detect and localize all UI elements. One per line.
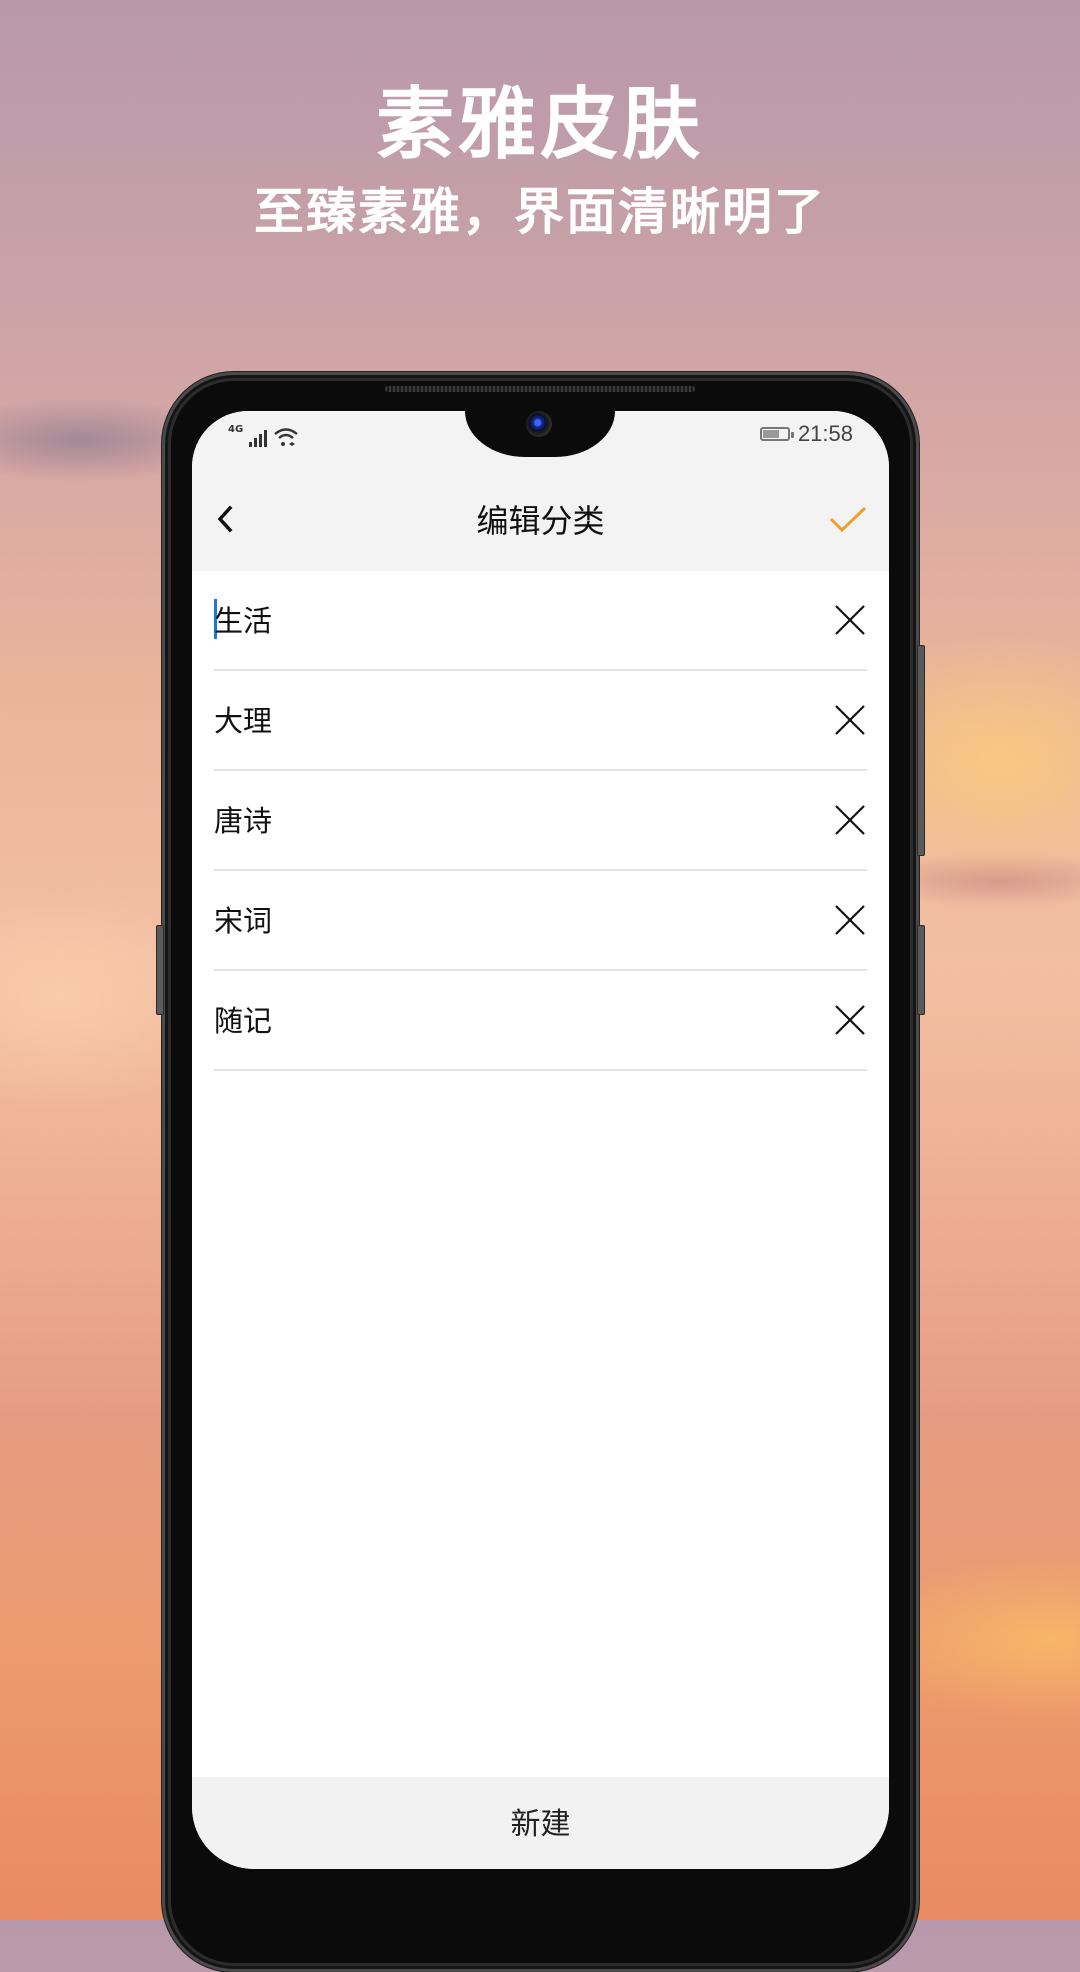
delete-category-button[interactable]	[833, 803, 867, 837]
category-list	[192, 571, 889, 1071]
close-x-icon	[835, 805, 865, 835]
promo-subtitle: 至臻素雅，界面清晰明了	[254, 183, 826, 241]
category-name-input[interactable]	[214, 899, 774, 943]
wifi-icon	[274, 428, 298, 446]
phone-speaker-grille	[385, 386, 695, 392]
category-row	[214, 971, 867, 1071]
close-x-icon	[835, 605, 865, 635]
new-category-button[interactable]: 新建	[192, 1777, 889, 1869]
new-category-label: 新建	[510, 1807, 571, 1842]
category-row	[214, 571, 867, 671]
signal-bars-icon	[249, 429, 268, 447]
category-name-input[interactable]	[214, 999, 774, 1043]
phone-volume-button	[917, 645, 925, 856]
app-screen: 4G 21:58 编辑分类 生活 大理 唐诗 宋词 随记 新建	[192, 411, 889, 1869]
status-time: 21:58	[797, 421, 853, 446]
front-camera	[526, 411, 552, 437]
promo-title: 素雅皮肤	[375, 80, 704, 170]
display-notch	[465, 411, 615, 457]
category-row	[214, 671, 867, 771]
delete-category-button[interactable]	[833, 903, 867, 937]
category-name-input[interactable]	[214, 799, 774, 843]
delete-category-button[interactable]	[833, 603, 867, 637]
nav-bar: 编辑分类	[192, 471, 889, 571]
delete-category-button[interactable]	[833, 1003, 867, 1037]
close-x-icon	[835, 1005, 865, 1035]
status-bar: 4G 21:58	[192, 411, 889, 471]
phone-power-button	[917, 925, 925, 1015]
category-name-input[interactable]	[214, 699, 774, 743]
checkmark-icon	[829, 506, 867, 533]
battery-charging-icon	[759, 427, 794, 441]
network-type-label: 4G	[228, 424, 244, 435]
phone-side-button-left	[156, 925, 164, 1015]
category-name-input[interactable]	[214, 599, 774, 643]
delete-category-button[interactable]	[833, 703, 867, 737]
category-row	[214, 871, 867, 971]
close-x-icon	[835, 905, 865, 935]
phone-frame: 4G 21:58 编辑分类 生活 大理 唐诗 宋词 随记 新建	[156, 372, 925, 1972]
close-x-icon	[835, 705, 865, 735]
confirm-button[interactable]	[827, 499, 869, 539]
category-row	[214, 771, 867, 871]
page-title: 编辑分类	[476, 502, 605, 540]
